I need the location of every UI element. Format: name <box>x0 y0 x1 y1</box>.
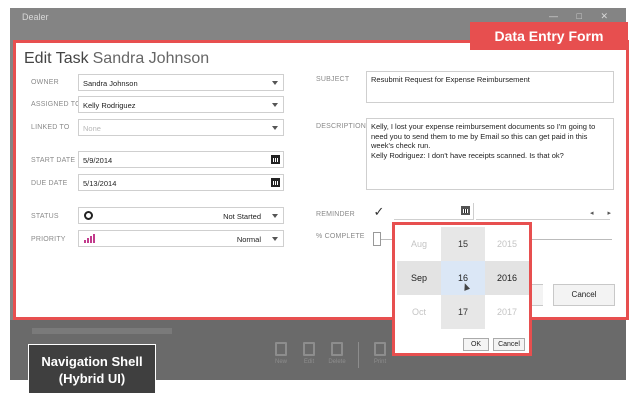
assigned-to-value: Kelly Rodriguez <box>83 101 136 110</box>
priority-label: PRIORITY <box>31 236 66 243</box>
print-label: Print <box>373 359 387 365</box>
start-date-label: START DATE <box>31 157 76 164</box>
day-selected[interactable]: 16 <box>441 261 485 295</box>
subject-label: SUBJECT <box>316 76 350 83</box>
chevron-down-icon <box>272 126 278 130</box>
start-date-value: 5/9/2014 <box>83 156 113 165</box>
shell-title: Dealer <box>22 12 49 22</box>
priority-bar <box>90 236 92 243</box>
day-prev[interactable]: 15 <box>441 227 485 261</box>
priority-value: Normal <box>236 235 261 244</box>
date-picker-popup: Aug 15 2015 Sep 16 2016 Oct 17 2017 OK C… <box>392 222 532 356</box>
toolbar-separator <box>358 342 359 368</box>
year-selected[interactable]: 2016 <box>485 261 529 295</box>
start-date-input[interactable]: 5/9/2014 <box>78 151 284 168</box>
status-select[interactable]: Not Started <box>78 207 284 224</box>
shell-bottom-decoration <box>32 328 172 334</box>
month-next[interactable]: Oct <box>397 295 441 329</box>
picker-cancel-button[interactable]: Cancel <box>493 338 525 351</box>
calendar-icon[interactable] <box>461 206 470 215</box>
priority-bar <box>93 234 95 243</box>
due-date-value: 5/13/2014 <box>83 179 117 188</box>
print-button[interactable]: Print <box>369 342 391 368</box>
reminder-arrows[interactable]: ◂ ▸ <box>590 209 617 217</box>
year-next[interactable]: 2017 <box>485 295 529 329</box>
owner-label: OWNER <box>31 79 59 86</box>
subject-input[interactable]: Resubmit Request for Expense Reimburseme… <box>366 71 614 103</box>
cancel-button[interactable]: Cancel <box>553 284 615 306</box>
month-prev[interactable]: Aug <box>397 227 441 261</box>
data-entry-form-callout: Data Entry Form <box>470 22 628 50</box>
status-value: Not Started <box>223 212 261 221</box>
year-prev[interactable]: 2015 <box>485 227 529 261</box>
percent-complete-label: % COMPLETE <box>316 233 365 240</box>
status-label: STATUS <box>31 213 59 220</box>
form-title-text: Edit Task <box>24 50 89 67</box>
calendar-icon[interactable] <box>271 155 280 164</box>
edit-label: Edit <box>303 359 315 365</box>
chevron-down-icon <box>272 214 278 218</box>
priority-bar <box>84 240 86 243</box>
delete-button[interactable]: Delete <box>326 342 348 368</box>
data-entry-form: Edit Task Sandra Johnson OWNER Sandra Joh… <box>13 40 629 320</box>
description-line: Kelly, I lost your expense reimbursement… <box>371 122 596 131</box>
priority-bar <box>87 238 89 243</box>
priority-bars-icon <box>84 234 95 243</box>
form-title: Edit Task Sandra Johnson <box>24 50 209 68</box>
owner-value: Sandra Johnson <box>83 79 138 88</box>
edit-button[interactable]: Edit <box>298 342 320 368</box>
form-title-name: Sandra Johnson <box>92 50 210 67</box>
calendar-icon[interactable] <box>271 178 280 187</box>
nav-callout-line1: Navigation Shell <box>41 354 143 369</box>
assigned-to-label: ASSIGNED TO <box>31 101 81 108</box>
chevron-down-icon <box>272 103 278 107</box>
due-date-label: DUE DATE <box>31 180 68 187</box>
reminder-checkbox[interactable]: ✓ <box>370 203 388 221</box>
linked-to-label: LINKED TO <box>31 124 70 131</box>
pencil-icon <box>303 342 315 356</box>
reminder-date-input[interactable] <box>394 203 474 220</box>
slider-thumb[interactable] <box>373 232 381 246</box>
due-date-input[interactable]: 5/13/2014 <box>78 174 284 191</box>
description-line: need you to send them to me by Email so … <box>371 131 588 141</box>
picker-ok-button[interactable]: OK <box>463 338 489 351</box>
reminder-label: REMINDER <box>316 211 355 218</box>
linked-to-select[interactable]: None <box>78 119 284 136</box>
new-label: New <box>274 359 287 365</box>
navigation-shell-callout: Navigation Shell (Hybrid UI) <box>28 344 156 394</box>
shell-toolbar: New Edit Delete Print <box>270 342 391 368</box>
nav-callout-line2: (Hybrid UI) <box>58 371 126 386</box>
document-icon <box>275 342 287 356</box>
delete-label: Delete <box>328 359 346 365</box>
trash-icon <box>331 342 343 356</box>
owner-select[interactable]: Sandra Johnson <box>78 74 284 91</box>
description-line: week's check run. <box>371 141 431 150</box>
linked-to-value: None <box>83 124 101 133</box>
description-input[interactable]: Kelly, I lost your expense reimbursement… <box>366 118 614 190</box>
description-label: DESCRIPTION <box>316 123 367 130</box>
chevron-down-icon <box>272 81 278 85</box>
description-line: Kelly Rodriguez: I don't have receipts s… <box>371 150 564 160</box>
new-button[interactable]: New <box>270 342 292 368</box>
stopwatch-icon <box>84 211 93 220</box>
printer-icon <box>374 342 386 356</box>
priority-select[interactable]: Normal <box>78 230 284 247</box>
chevron-down-icon <box>272 237 278 241</box>
month-selected[interactable]: Sep <box>397 261 441 295</box>
day-next[interactable]: 17 <box>441 295 485 329</box>
assigned-to-select[interactable]: Kelly Rodriguez <box>78 96 284 113</box>
window-controls[interactable]: — □ ✕ <box>549 11 616 22</box>
